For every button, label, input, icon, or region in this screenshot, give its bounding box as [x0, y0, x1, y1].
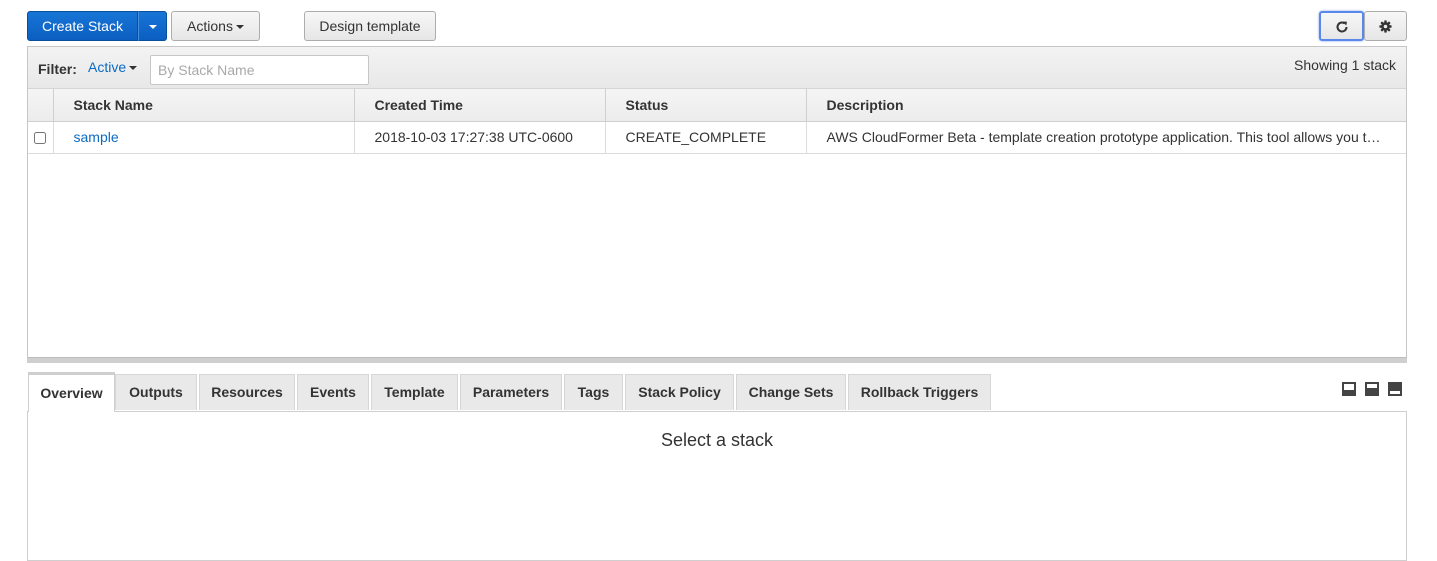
pane-full-icon[interactable]	[1388, 382, 1402, 396]
row-select-cell	[28, 121, 54, 154]
panel-splitter[interactable]	[27, 357, 1407, 363]
tab-outputs[interactable]: Outputs	[115, 374, 197, 410]
create-stack-dropdown-button[interactable]	[138, 11, 167, 41]
create-stack-button[interactable]: Create Stack	[27, 11, 138, 41]
column-header-stack-name[interactable]: Stack Name	[53, 89, 355, 122]
detail-tabs: Overview Outputs Resources Events Templa…	[27, 372, 1407, 412]
stacks-table: Stack Name Created Time Status Descripti…	[28, 89, 1406, 154]
stack-name-filter-input[interactable]	[150, 55, 369, 85]
pane-half-icon[interactable]	[1365, 382, 1379, 396]
settings-button[interactable]	[1364, 11, 1407, 41]
column-header-description[interactable]: Description	[806, 89, 1406, 122]
row-checkbox[interactable]	[34, 132, 47, 145]
tab-tags[interactable]: Tags	[564, 374, 623, 410]
status-filter-dropdown[interactable]: Active	[88, 59, 138, 75]
stacks-panel: Filter: Active Showing 1 stack Stack Nam…	[27, 46, 1407, 359]
tab-resources[interactable]: Resources	[199, 374, 295, 410]
pane-size-controls	[1332, 382, 1402, 396]
actions-label: Actions	[187, 18, 233, 34]
tab-overview[interactable]: Overview	[28, 372, 115, 412]
caret-down-icon	[129, 66, 138, 71]
column-header-created-time[interactable]: Created Time	[354, 89, 606, 122]
empty-selection-message: Select a stack	[660, 430, 774, 450]
description-cell: AWS CloudFormer Beta - template creation…	[806, 121, 1406, 154]
toolbar: Create Stack Actions Design template	[27, 10, 1407, 42]
caret-down-icon	[235, 25, 244, 30]
tab-stack-policy[interactable]: Stack Policy	[625, 374, 734, 410]
tab-events[interactable]: Events	[297, 374, 369, 410]
filter-label: Filter:	[38, 61, 77, 77]
tab-template[interactable]: Template	[371, 374, 458, 410]
stack-name-cell: sample	[53, 121, 355, 154]
detail-panel: Select a stack	[27, 411, 1407, 561]
result-count: Showing 1 stack	[1294, 57, 1396, 73]
created-time-cell: 2018-10-03 17:27:38 UTC-0600	[354, 121, 606, 154]
gear-icon	[1379, 20, 1392, 33]
table-header-row: Stack Name Created Time Status Descripti…	[28, 89, 1406, 122]
column-header-status[interactable]: Status	[605, 89, 807, 122]
status-filter-value: Active	[88, 59, 127, 75]
refresh-button[interactable]	[1319, 11, 1364, 41]
actions-button[interactable]: Actions	[171, 11, 260, 41]
filter-bar: Filter: Active Showing 1 stack	[28, 47, 1406, 89]
design-template-button[interactable]: Design template	[304, 11, 436, 41]
table-row[interactable]: sample 2018-10-03 17:27:38 UTC-0600 CREA…	[28, 121, 1406, 154]
select-column-header	[28, 89, 54, 122]
caret-down-icon	[148, 25, 157, 30]
status-cell: CREATE_COMPLETE	[605, 121, 807, 154]
pane-bottom-icon[interactable]	[1342, 382, 1356, 396]
refresh-icon	[1336, 21, 1348, 33]
tab-change-sets[interactable]: Change Sets	[736, 374, 846, 410]
tab-rollback-triggers[interactable]: Rollback Triggers	[848, 374, 991, 410]
tab-parameters[interactable]: Parameters	[460, 374, 562, 410]
stack-name-link[interactable]: sample	[74, 129, 119, 145]
